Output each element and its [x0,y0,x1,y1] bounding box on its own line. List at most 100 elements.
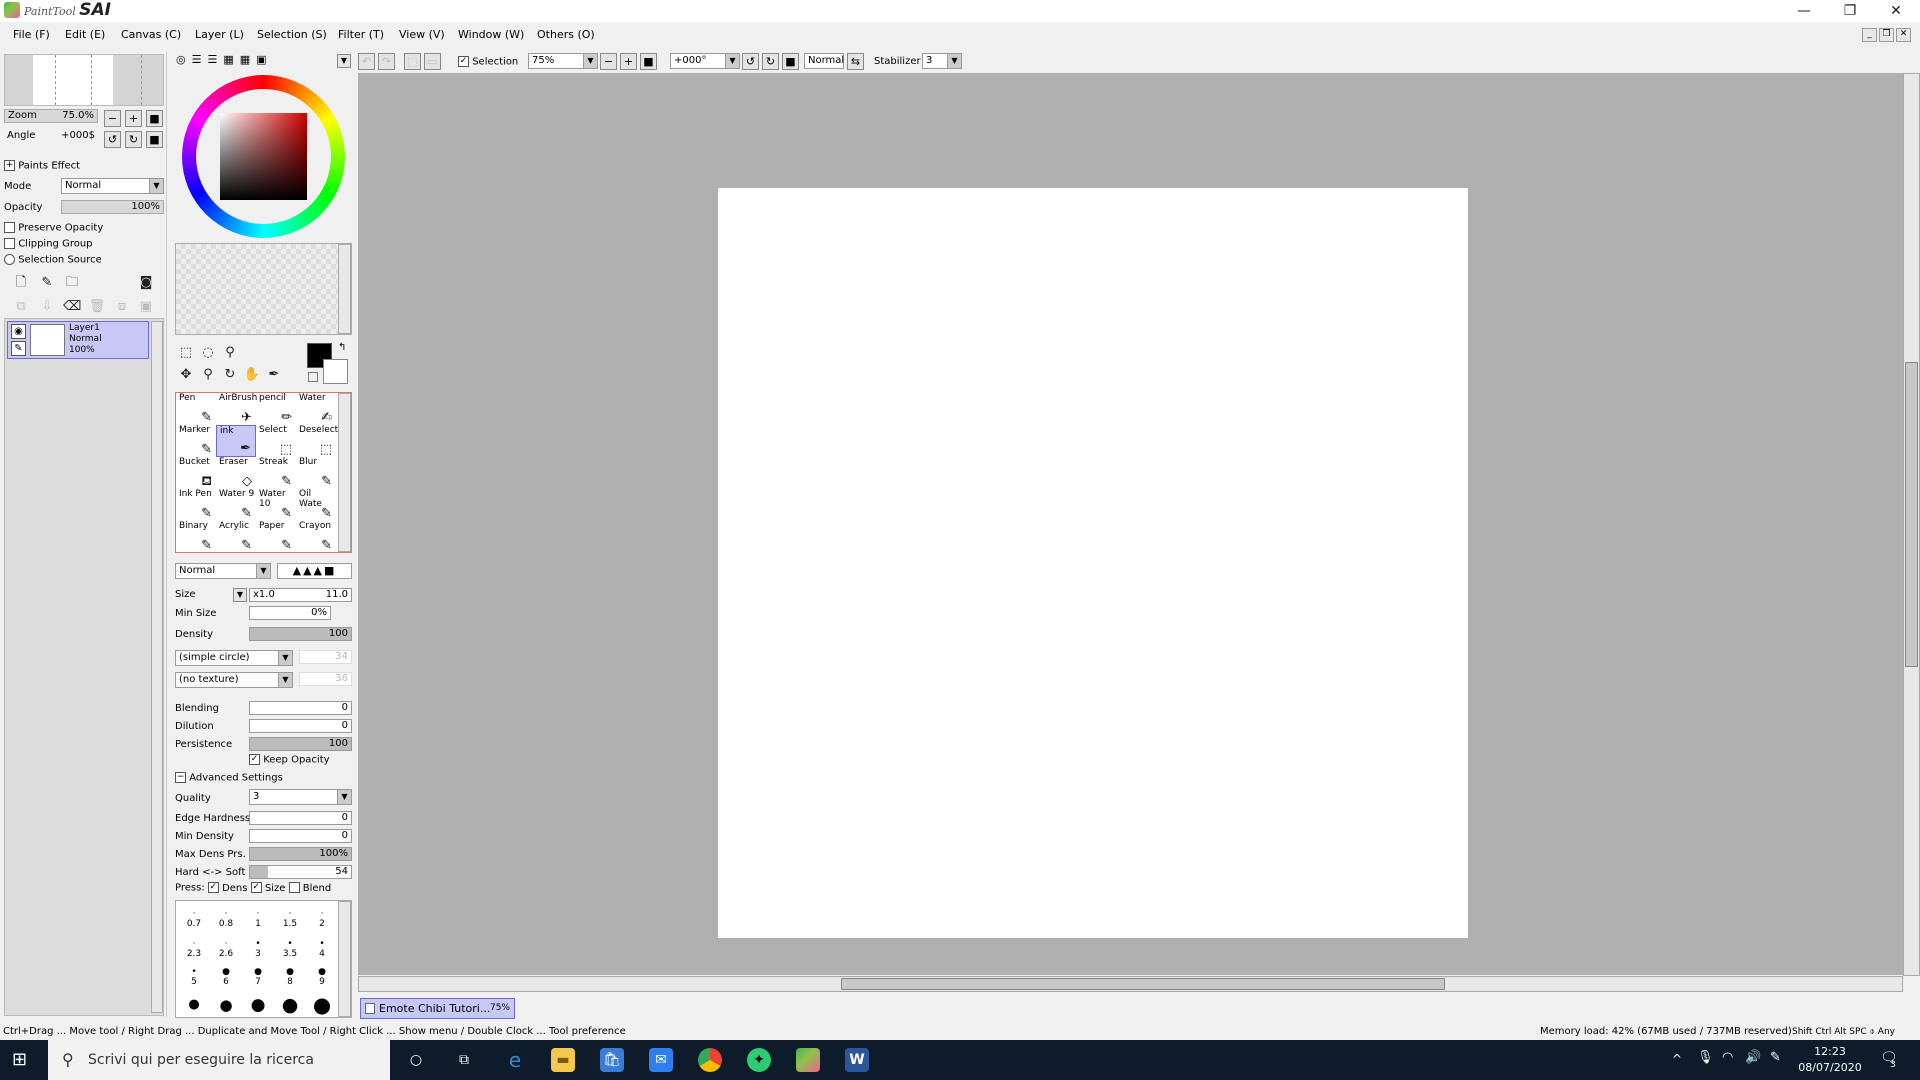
menu-canvas[interactable]: Canvas (C) [121,28,181,41]
size-preset[interactable]: ● [274,994,306,1016]
store-icon[interactable]: 🛍 [600,1048,624,1072]
hand-icon[interactable]: ✋ [243,366,261,384]
quality-select[interactable]: 3 ▼ [249,789,352,805]
clear-layer-icon[interactable]: ⌫ [63,298,81,316]
zoom-slider[interactable]: Zoom 75.0% [4,109,98,123]
navigator-preview[interactable] [4,54,164,106]
brush-grid-scrollbar[interactable] [338,393,351,552]
invert-selection-button[interactable]: ▭ [424,53,441,70]
magic-wand-icon[interactable]: ⚲ [221,344,239,362]
brush-eraser[interactable]: Eraser ◇ [216,457,256,489]
size-mult-button[interactable]: ▼ [233,588,247,602]
press-size-checkbox[interactable]: ✓ Size [250,882,285,894]
size-preset[interactable]: ● 9 [306,967,338,987]
preserve-opacity-checkbox[interactable]: Preserve Opacity [4,222,103,234]
edge-browser-icon[interactable]: e [503,1048,527,1072]
canvas-paper[interactable] [718,188,1468,938]
shape-strength[interactable]: 34 [299,650,352,664]
flip-view-button[interactable]: ⇆ [847,53,864,70]
cortana-icon[interactable]: ○ [404,1048,428,1072]
size-preset[interactable]: ● 6 [210,967,242,987]
new-linework-layer-icon[interactable]: ✎ [38,274,56,292]
size-slider[interactable]: x1.0 11.0 [249,588,352,602]
painttool-sai-taskbar-icon[interactable] [796,1048,820,1072]
toolbar-zoom-reset-button[interactable]: ■ [640,53,657,70]
size-preset[interactable]: ● 8 [274,967,306,987]
density-slider[interactable]: 100 [249,627,352,641]
scratchpad-tab-icon[interactable]: ▣ [256,53,272,66]
close-button[interactable]: ✕ [1873,0,1919,22]
saturation-value-square[interactable] [220,113,307,200]
menu-file[interactable]: File (F) [13,28,50,41]
rotate-right-button[interactable]: ↻ [125,131,142,148]
palette-tab-icon[interactable]: ▦ [240,53,256,66]
brush-shape-select[interactable]: (simple circle) ▼ [175,650,293,666]
toolbar-zoom-out-button[interactable]: − [600,53,617,70]
brush-deselect[interactable]: Deselect ⬚ [296,425,338,457]
size-preset[interactable]: • 3.5 [274,939,306,959]
blend-mode-select[interactable]: Normal ▼ [61,178,164,194]
view-mode-select[interactable]: Normal [804,53,844,69]
pen-workspace-icon[interactable]: ✎ [1770,1050,1781,1065]
blending-slider[interactable]: 0 [249,701,352,715]
brush-blend-select[interactable]: Normal ▼ [175,563,271,579]
color-wheel-tab-icon[interactable]: ◎ [176,53,192,66]
size-preset[interactable]: ● [306,993,338,1017]
rotate-icon[interactable]: ↻ [221,366,239,384]
vertical-scroll-thumb[interactable] [1905,362,1918,667]
zoom-out-button[interactable]: − [104,110,121,127]
eyedropper-icon[interactable]: ✒ [265,366,283,384]
size-preset[interactable]: · 2 [306,909,338,929]
brush-texture-select[interactable]: (no texture) ▼ [175,672,293,688]
menu-layer[interactable]: Layer (L) [195,28,244,41]
brush-paper[interactable]: Paper ✎ [256,521,296,553]
brush-select[interactable]: Select ⬚ [256,425,296,457]
brush-acrylic[interactable]: Acrylic ✎ [216,521,256,553]
advanced-settings-toggle[interactable]: − Advanced Settings [175,772,283,784]
zoom-icon[interactable]: ⚲ [199,366,217,384]
persistence-slider[interactable]: 100 [249,737,352,751]
windows-start-icon[interactable]: ⊞ [12,1050,27,1070]
undo-button[interactable]: ↶ [358,53,375,70]
clock[interactable]: 12:23 08/07/2020 [1795,1044,1865,1076]
canvas-vertical-scrollbar[interactable] [1903,73,1920,976]
selection-source-checkbox[interactable]: Selection Source [4,254,102,266]
merge-down-icon[interactable]: ⧈ [113,298,131,316]
brush-ink-pen[interactable]: Ink Pen ✎ [176,489,216,521]
brush-pen[interactable]: Pen ✎ [176,393,216,425]
minsize-slider[interactable]: 0% [249,606,331,620]
brush-edge-shapes[interactable]: ▲▲▲■ [277,563,352,579]
size-preset[interactable]: · 0.8 [210,909,242,929]
size-preset[interactable]: ● [210,996,242,1014]
show-hidden-icons-icon[interactable]: ^ [1672,1052,1682,1066]
menu-view[interactable]: View (V) [399,28,445,41]
app-icon[interactable]: ✦ [747,1048,771,1072]
size-preset[interactable]: · 1.5 [274,909,306,929]
brush-bucket[interactable]: Bucket ⛾ [176,457,216,489]
task-view-icon[interactable]: ⧉ [452,1048,476,1072]
lasso-icon[interactable]: ◌ [199,344,217,362]
scratchpad-scrollbar[interactable] [338,244,351,334]
rgb-slider-tab-icon[interactable]: ☰ [192,53,208,66]
zoom-in-button[interactable]: + [125,110,142,127]
size-preset[interactable]: ● [242,995,274,1015]
size-preset[interactable]: • 5 [178,967,210,987]
restore-button[interactable]: ❐ [1827,0,1873,22]
clipping-group-checkbox[interactable]: Clipping Group [4,238,93,250]
brush-water[interactable]: Water ✍ [296,393,336,425]
scratchpad-area[interactable] [175,243,352,335]
flatten-icon[interactable]: ▣ [137,298,155,316]
size-preset[interactable]: ● 7 [242,967,274,987]
redo-button[interactable]: ↷ [378,53,395,70]
chrome-icon[interactable] [698,1048,722,1072]
color-wheel[interactable] [182,75,345,238]
volume-icon[interactable]: 🔊 [1745,1050,1761,1065]
swatches-tab-icon[interactable]: ▦ [223,53,239,66]
zoom-reset-button[interactable]: ■ [146,110,163,127]
rotate-reset-button[interactable]: ■ [146,131,163,148]
rect-select-icon[interactable]: ⬚ [177,344,195,362]
mdi-restore-button[interactable]: ❐ [1879,28,1894,42]
brush-oil-water[interactable]: Oil Wate ✎ [296,489,336,521]
size-preset[interactable]: • 3 [242,939,274,959]
new-folder-icon[interactable]: 🗀 [63,274,81,292]
